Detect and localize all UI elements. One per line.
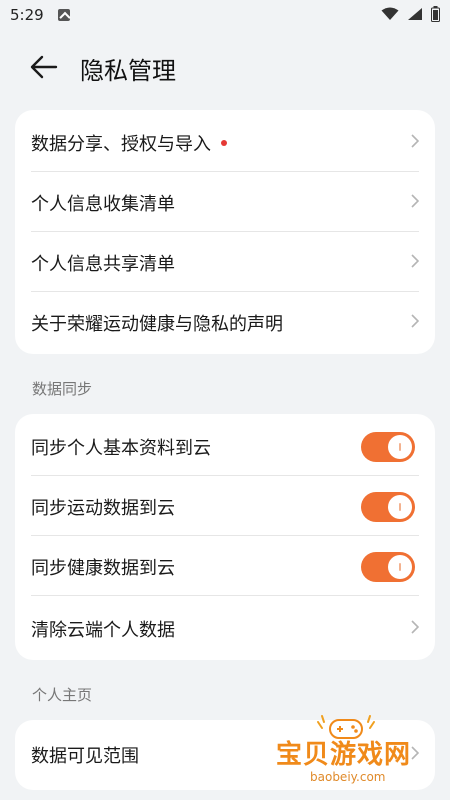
watermark-url: baobeiy.com xyxy=(310,770,386,784)
watermark-logo: 宝贝游戏网 baobeiy.com xyxy=(272,712,422,794)
list-item-label: 同步健康数据到云 xyxy=(31,558,175,579)
list-item-label: 个人信息收集清单 xyxy=(31,194,175,215)
list-item-label: 个人信息共享清单 xyxy=(31,254,175,275)
status-bar: 5:29 xyxy=(0,0,450,34)
info-sharing-list-item[interactable]: 个人信息共享清单 xyxy=(15,232,435,292)
sync-profile-item: 同步个人基本资料到云 xyxy=(15,416,435,476)
clear-cloud-data-item[interactable]: 清除云端个人数据 xyxy=(15,598,435,658)
privacy-statement-item[interactable]: 关于荣耀运动健康与隐私的声明 xyxy=(15,292,435,352)
signal-icon xyxy=(408,8,422,20)
chevron-right-icon xyxy=(411,314,419,328)
page-header: 隐私管理 xyxy=(0,40,450,94)
page-title: 隐私管理 xyxy=(80,57,176,85)
status-time: 5:29 xyxy=(10,6,44,24)
toggle-knob xyxy=(388,435,412,459)
sync-health-toggle[interactable] xyxy=(361,552,415,582)
sync-health-item: 同步健康数据到云 xyxy=(15,536,435,596)
list-item-label: 关于荣耀运动健康与隐私的声明 xyxy=(31,314,283,335)
sync-sport-item: 同步运动数据到云 xyxy=(15,476,435,536)
list-item-label: 数据可见范围 xyxy=(31,746,139,767)
new-badge-dot xyxy=(221,140,227,146)
wifi-icon xyxy=(381,7,399,20)
toggle-knob xyxy=(388,495,412,519)
list-item-label: 清除云端个人数据 xyxy=(31,620,175,641)
list-item-label: 同步个人基本资料到云 xyxy=(31,438,211,459)
notification-icon xyxy=(58,9,70,21)
list-item-label: 同步运动数据到云 xyxy=(31,498,175,519)
battery-icon xyxy=(431,6,440,22)
status-icons xyxy=(381,6,440,22)
section-header-personal-home: 个人主页 xyxy=(32,686,93,704)
list-item-label: 数据分享、授权与导入 xyxy=(31,130,227,156)
chevron-right-icon xyxy=(411,620,419,634)
privacy-settings-card: 数据分享、授权与导入 个人信息收集清单 个人信息共享清单 关于荣耀运动健康与隐私… xyxy=(15,110,435,354)
chevron-right-icon xyxy=(411,254,419,268)
data-sharing-item[interactable]: 数据分享、授权与导入 xyxy=(15,112,435,172)
chevron-right-icon xyxy=(411,194,419,208)
back-arrow-icon[interactable] xyxy=(28,52,60,82)
watermark-title: 宝贝游戏网 xyxy=(276,740,412,770)
divider xyxy=(31,595,419,596)
section-header-data-sync: 数据同步 xyxy=(32,380,93,398)
toggle-knob xyxy=(388,555,412,579)
sync-profile-toggle[interactable] xyxy=(361,432,415,462)
info-collection-list-item[interactable]: 个人信息收集清单 xyxy=(15,172,435,232)
chevron-right-icon xyxy=(411,134,419,148)
data-sync-card: 同步个人基本资料到云 同步运动数据到云 同步健康数据到云 清除云端个人数据 xyxy=(15,414,435,660)
sync-sport-toggle[interactable] xyxy=(361,492,415,522)
